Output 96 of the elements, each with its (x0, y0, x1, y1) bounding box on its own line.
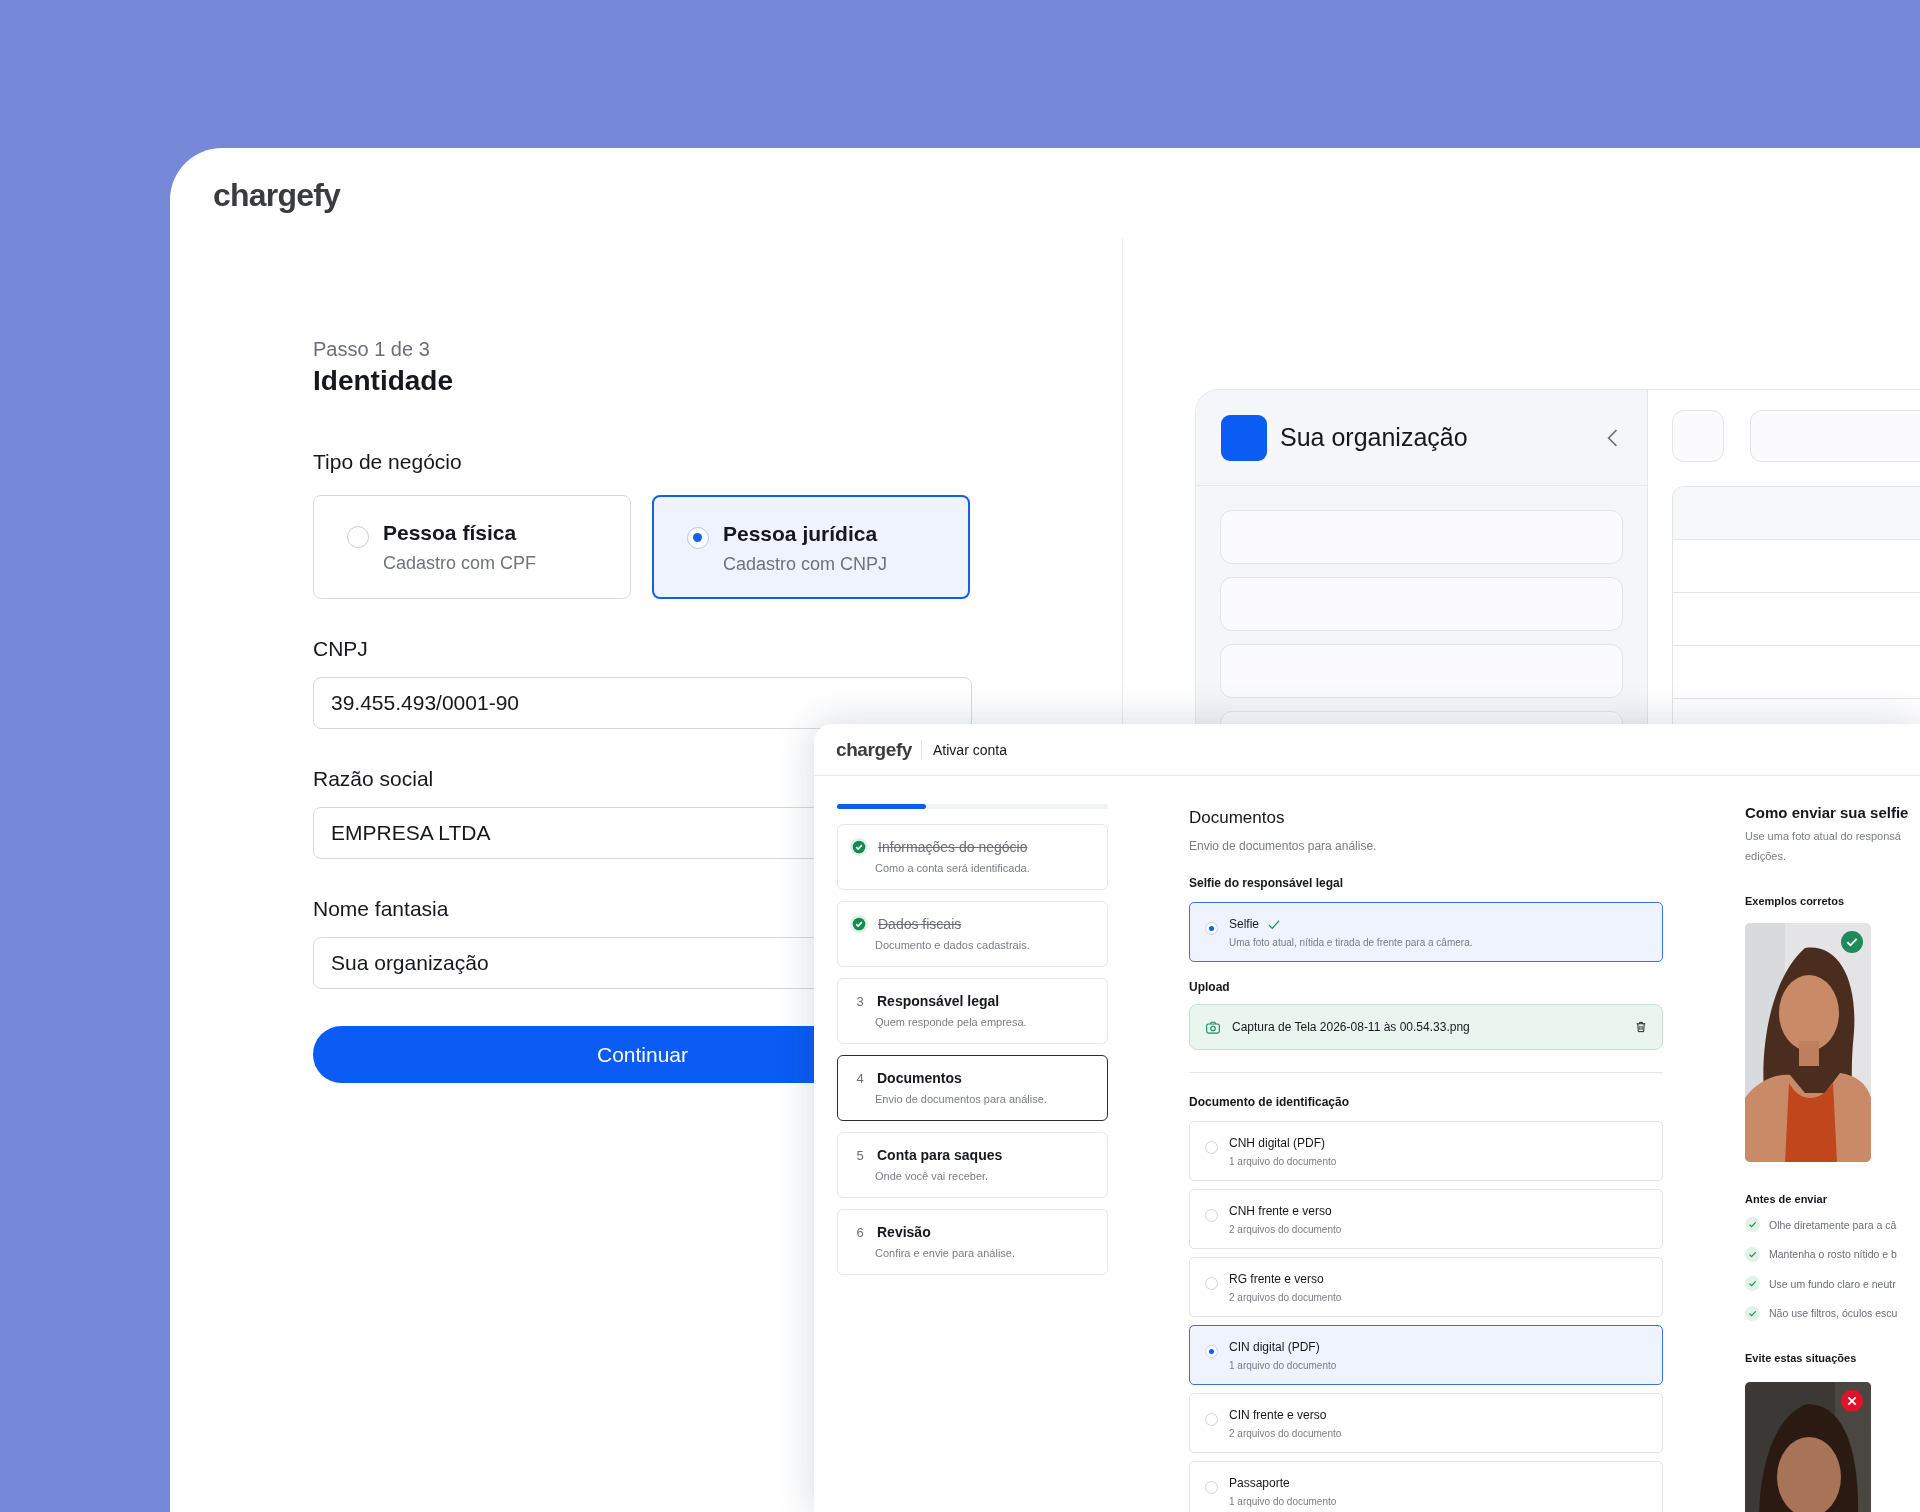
section-title: Documentos (1189, 807, 1285, 829)
option-subtitle: 1 arquivo do documento (1229, 1495, 1337, 1508)
option-title: CIN frente e verso (1229, 1407, 1327, 1423)
window-title: Ativar conta (933, 741, 1007, 758)
option-title: Passaporte (1229, 1475, 1290, 1491)
step-title: Responsável legal (877, 993, 1000, 1009)
option-title: CNH frente e verso (1229, 1203, 1332, 1219)
step-item[interactable]: Informações do negócio Como a conta será identificada. (837, 824, 1108, 890)
camera-icon (1206, 1020, 1220, 1034)
organization-logo-icon (1221, 414, 1267, 461)
step-number: 3 (855, 993, 865, 1009)
step-item[interactable]: 3 Responsável legal Quem responde pela empresa. (837, 978, 1108, 1044)
document-option[interactable]: CNH frente e verso 2 arquivos do documento (1189, 1189, 1663, 1249)
step-title: Dados fiscais (878, 916, 962, 932)
group-label: Documento de identificação (1189, 1094, 1350, 1110)
check-circle-icon (850, 838, 868, 856)
radio-icon (1205, 1481, 1218, 1494)
page-title: Identidade (313, 364, 453, 398)
option-subtitle: Uma foto atual, nítida e tirada de frente para a câmera. (1229, 936, 1473, 949)
business-type-option[interactable]: Pessoa física Cadastro com CPF (313, 495, 631, 599)
step-number: 4 (855, 1070, 865, 1086)
document-option[interactable]: CIN digital (PDF) 1 arquivo do documento (1189, 1325, 1663, 1385)
option-subtitle: 1 arquivo do documento (1229, 1359, 1337, 1372)
radio-icon (1205, 1345, 1218, 1358)
radio-icon (1205, 922, 1218, 935)
group-label: Selfie do responsável legal (1189, 875, 1344, 891)
option-subtitle: Cadastro com CPF (383, 552, 537, 574)
trash-icon[interactable] (1636, 1021, 1646, 1033)
radio-icon (687, 527, 709, 549)
radio-icon (1205, 1277, 1218, 1290)
group-label: Evite estas situações (1745, 1351, 1857, 1366)
checklist-item: Mantenha o rosto nítido e b (1769, 1248, 1897, 1261)
check-icon (1745, 1246, 1760, 1262)
option-title: Pessoa física (383, 520, 517, 546)
document-option[interactable]: CNH digital (PDF) 1 arquivo do documento (1189, 1121, 1663, 1181)
checklist-item: Não use filtros, óculos escu (1769, 1307, 1898, 1320)
radio-icon (347, 526, 369, 548)
logo: chargefy (836, 738, 912, 761)
field-label: Tipo de negócio (313, 449, 462, 475)
error-badge-icon (1841, 1390, 1863, 1412)
document-option[interactable]: Passaporte 1 arquivo do documento (1189, 1461, 1663, 1512)
radio-icon (1205, 1413, 1218, 1426)
document-option[interactable]: RG frente e verso 2 arquivos do documento (1189, 1257, 1663, 1317)
option-title: Selfie (1229, 916, 1260, 932)
section-subtitle: Envio de documentos para análise. (1189, 838, 1377, 854)
check-icon (1745, 1276, 1760, 1292)
step-description: Onde você vai receber. (875, 1170, 989, 1182)
step-item[interactable]: 4 Documentos Envio de documentos para análise. (837, 1055, 1108, 1121)
step-description: Como a conta será identificada. (875, 862, 1030, 874)
text-field[interactable]: 39.455.493/0001-90 (313, 677, 972, 729)
selfie-option[interactable]: Selfie Uma foto atual, nítida e tirada de frente para a câmera. (1189, 902, 1663, 962)
description-text: Use uma foto atual do responsá (1745, 829, 1901, 844)
option-subtitle: Cadastro com CNPJ (723, 553, 888, 575)
option-subtitle: 2 arquivos do documento (1229, 1223, 1342, 1236)
check-badge-icon (1841, 931, 1863, 953)
file-name: Captura de Tela 2026-08-11 às 00.54.33.png (1232, 1020, 1471, 1034)
step-item[interactable]: 6 Revisão Confira e envie para análise. (837, 1209, 1108, 1275)
section-title: Como enviar sua selfie (1745, 803, 1909, 823)
field-label: CNPJ (313, 636, 368, 662)
uploaded-file[interactable]: Captura de Tela 2026-08-11 às 00.54.33.png (1189, 1004, 1663, 1050)
option-subtitle: 1 arquivo do documento (1229, 1155, 1337, 1168)
check-icon (1745, 1305, 1760, 1321)
group-label: Upload (1189, 979, 1230, 995)
field-label: Razão social (313, 766, 434, 792)
option-title: Pessoa jurídica (723, 521, 878, 547)
step-number: 5 (855, 1147, 865, 1163)
step-title: Conta para saques (877, 1147, 1003, 1163)
option-subtitle: 2 arquivos do documento (1229, 1291, 1342, 1304)
step-number: 6 (855, 1224, 865, 1240)
step-description: Confira e envie para análise. (875, 1247, 1016, 1259)
step-item[interactable]: Dados fiscais Documento e dados cadastrais. (837, 901, 1108, 967)
radio-icon (1205, 1141, 1218, 1154)
step-item[interactable]: 5 Conta para saques Onde você vai receber. (837, 1132, 1108, 1198)
step-description: Quem responde pela empresa. (875, 1016, 1027, 1028)
group-label: Exemplos corretos (1745, 894, 1845, 909)
step-description: Envio de documentos para análise. (875, 1093, 1047, 1105)
check-icon (1745, 1217, 1760, 1233)
checklist-item: Olhe diretamente para a câ (1769, 1218, 1897, 1231)
checklist-item: Use um fundo claro e neutr (1769, 1277, 1896, 1290)
business-type-option[interactable]: Pessoa jurídica Cadastro com CNPJ (652, 495, 970, 599)
step-title: Revisão (877, 1224, 931, 1240)
step-counter: Passo 1 de 3 (313, 337, 430, 361)
organization-name: Sua organização (1280, 423, 1469, 452)
option-title: CIN digital (PDF) (1229, 1339, 1320, 1355)
radio-icon (1205, 1209, 1218, 1222)
group-label: Antes de enviar (1745, 1192, 1827, 1207)
document-option[interactable]: CIN frente e verso 2 arquivos do documento (1189, 1393, 1663, 1453)
field-label: Nome fantasia (313, 896, 449, 922)
option-title: CNH digital (PDF) (1229, 1135, 1325, 1151)
option-subtitle: 2 arquivos do documento (1229, 1427, 1342, 1440)
option-title: RG frente e verso (1229, 1271, 1324, 1287)
logo: chargefy (213, 176, 342, 215)
step-title: Documentos (877, 1070, 962, 1086)
check-circle-icon (850, 915, 868, 933)
chevron-left-icon[interactable] (1607, 427, 1618, 448)
description-text: edições. (1745, 849, 1787, 864)
